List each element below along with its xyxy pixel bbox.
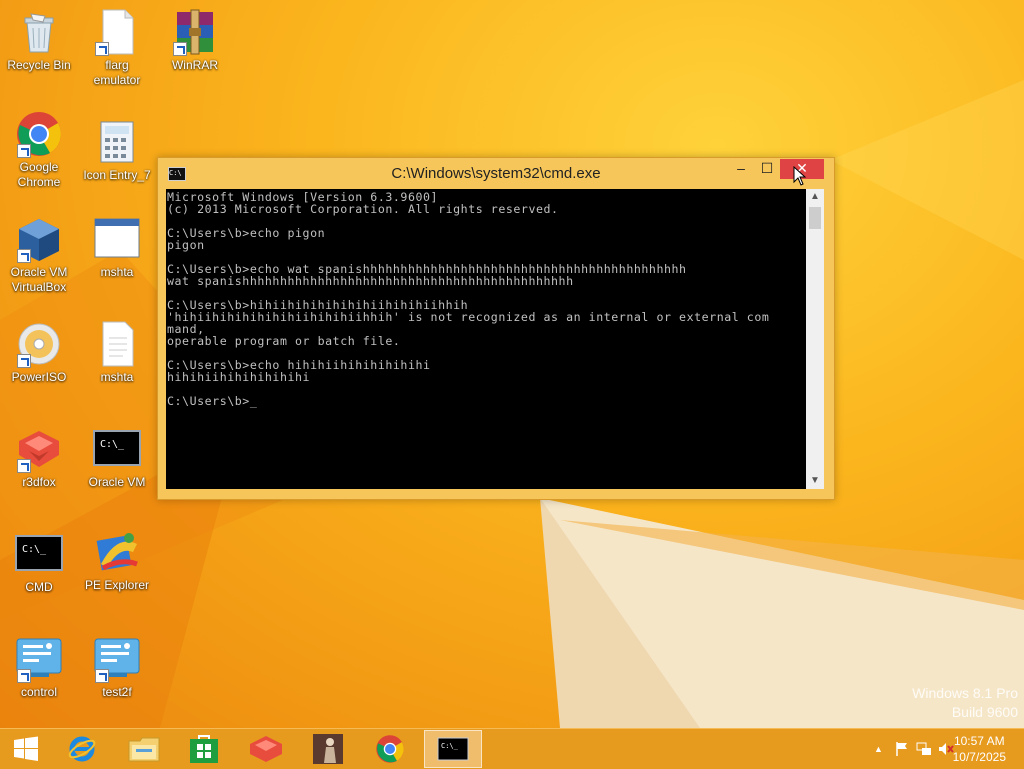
- desktop-icon-label: mshta: [100, 370, 134, 384]
- mouse-cursor-icon: [793, 166, 807, 186]
- calculator-icon: [93, 118, 141, 166]
- figure-icon: [313, 734, 343, 764]
- r3dfox-icon: [15, 425, 63, 473]
- action-center-flag-icon[interactable]: [894, 741, 910, 757]
- scroll-thumb[interactable]: [809, 207, 821, 229]
- chrome-icon: [15, 110, 63, 158]
- console-icon: C:\_: [15, 530, 63, 578]
- watermark-edition: Windows 8.1 Pro: [912, 685, 1018, 701]
- shortcut-arrow-icon: [17, 354, 31, 368]
- desktop-icon-pe-explorer[interactable]: PE Explorer: [78, 528, 156, 593]
- desktop-icon-mshta-window[interactable]: mshta: [78, 215, 156, 280]
- desktop-icon-control[interactable]: control: [0, 635, 78, 700]
- taskbar-internet-explorer[interactable]: [56, 730, 108, 768]
- desktop-icon-label: Recycle Bin: [7, 58, 71, 72]
- desktop-icon-label: r3dfox: [22, 475, 56, 489]
- desktop-icon-icon-entry-7[interactable]: Icon Entry_7: [78, 118, 156, 183]
- cmd-window[interactable]: C:\ C:\Windows\system32\cmd.exe – ☐ ✕ Mi…: [157, 157, 835, 500]
- winrar-icon: [171, 8, 219, 56]
- window-icon: [93, 215, 141, 263]
- taskbar-chrome[interactable]: [364, 730, 416, 768]
- start-button[interactable]: [0, 730, 52, 768]
- taskbar: C:\_ ▲ 10:57 AM 10/7/2025: [0, 728, 1024, 769]
- console-output[interactable]: Microsoft Windows [Version 6.3.9600] (c)…: [166, 189, 806, 489]
- shortcut-arrow-icon: [17, 669, 31, 683]
- system-tray: ▲ 10:57 AM 10/7/2025: [844, 729, 1024, 769]
- desktop-icon-cmd[interactable]: C:\_ CMD: [0, 530, 78, 595]
- desktop-icon-label: control: [20, 685, 58, 699]
- desktop-icon-label: Oracle VM VirtualBox: [10, 265, 68, 294]
- desktop-icon-label: test2f: [102, 685, 132, 699]
- scroll-up-button[interactable]: ▲: [806, 189, 824, 205]
- internet-explorer-icon: [68, 736, 96, 762]
- shortcut-arrow-icon: [173, 42, 187, 56]
- shortcut-arrow-icon: [17, 459, 31, 473]
- desktop-icon-mshta-file[interactable]: mshta: [78, 320, 156, 385]
- clock-time: 10:57 AM: [953, 734, 1005, 748]
- store-icon: [190, 735, 218, 763]
- desktop-icon-google-chrome[interactable]: Google Chrome: [0, 110, 78, 190]
- pe-explorer-icon: [93, 528, 141, 576]
- desktop-icon-label: Google Chrome: [17, 160, 61, 189]
- taskbar-app-figure[interactable]: [302, 730, 354, 768]
- r3dfox-icon: [250, 736, 282, 762]
- svg-text:C:\_: C:\_: [22, 544, 47, 555]
- chrome-icon: [376, 735, 404, 763]
- windows-watermark: Windows 8.1 Pro Build 9600: [912, 684, 1018, 722]
- clock-date: 10/7/2025: [952, 750, 1006, 764]
- desktop-icon-recycle-bin[interactable]: Recycle Bin: [0, 8, 78, 73]
- shortcut-arrow-icon: [17, 144, 31, 158]
- desktop-icon-label: CMD: [25, 580, 53, 594]
- desktop-icon-test2f[interactable]: test2f: [78, 635, 156, 700]
- desktop-icon-flarg-emulator[interactable]: flarg emulator: [78, 8, 156, 88]
- shortcut-arrow-icon: [95, 42, 109, 56]
- desktop-icon-r3dfox[interactable]: r3dfox: [0, 425, 78, 490]
- desktop-icon-poweriso[interactable]: PowerISO: [0, 320, 78, 385]
- taskbar-store[interactable]: [178, 730, 230, 768]
- taskbar-cmd[interactable]: C:\_: [424, 730, 482, 768]
- desktop-icon-label: Icon Entry_7: [83, 168, 151, 182]
- maximize-button[interactable]: ☐: [754, 159, 780, 179]
- volume-muted-icon[interactable]: [938, 741, 954, 757]
- desktop-icon-label: PE Explorer: [84, 578, 150, 592]
- svg-text:C:\_: C:\_: [441, 742, 459, 750]
- vertical-scrollbar[interactable]: ▲ ▼: [806, 189, 824, 489]
- scroll-down-button[interactable]: ▼: [806, 473, 824, 489]
- taskbar-file-explorer[interactable]: [118, 730, 170, 768]
- desktop-icon-label: Oracle VM: [88, 475, 146, 489]
- desktop-icon-winrar[interactable]: WinRAR: [156, 8, 234, 73]
- clock[interactable]: 10:57 AM 10/7/2025: [953, 733, 1006, 765]
- console-icon: C:\_: [93, 425, 141, 473]
- desktop-icon-label: WinRAR: [171, 58, 218, 72]
- control-panel-icon: [15, 635, 63, 683]
- shortcut-arrow-icon: [17, 249, 31, 263]
- file-icon: [93, 8, 141, 56]
- taskbar-r3dfox[interactable]: [240, 730, 292, 768]
- console-icon: C:\_: [437, 737, 469, 761]
- virtualbox-icon: [15, 215, 63, 263]
- watermark-build: Build 9600: [951, 704, 1018, 720]
- desktop-icon-label: PowerISO: [11, 370, 67, 384]
- desktop-icon-oracle-vm[interactable]: C:\_ Oracle VM: [78, 425, 156, 490]
- folder-icon: [128, 737, 160, 762]
- minimize-button[interactable]: –: [728, 159, 754, 179]
- shortcut-arrow-icon: [95, 669, 109, 683]
- cmd-titlebar[interactable]: C:\ C:\Windows\system32\cmd.exe – ☐ ✕: [158, 158, 834, 189]
- control-panel-icon: [93, 635, 141, 683]
- svg-text:C:\_: C:\_: [100, 439, 125, 450]
- desktop-icon-label: mshta: [100, 265, 134, 279]
- desktop-icon-virtualbox[interactable]: Oracle VM VirtualBox: [0, 215, 78, 295]
- show-hidden-icons-button[interactable]: ▲: [874, 744, 883, 754]
- desktop-icon-label: flarg emulator: [93, 58, 141, 87]
- windows-logo-icon: [14, 736, 38, 761]
- recycle-bin-icon: [15, 8, 63, 56]
- network-icon[interactable]: [916, 741, 932, 757]
- text-file-icon: [93, 320, 141, 368]
- disc-icon: [15, 320, 63, 368]
